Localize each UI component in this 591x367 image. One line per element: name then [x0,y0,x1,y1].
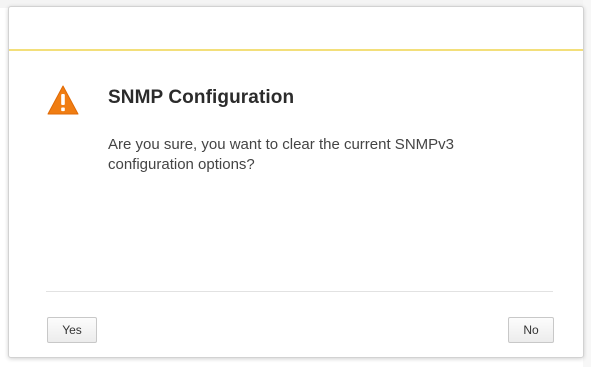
dialog-accent-bar [9,49,583,51]
footer-divider [46,291,553,292]
yes-button[interactable]: Yes [47,317,97,343]
dialog-message: Are you sure, you want to clear the curr… [108,136,454,173]
warning-icon [47,85,79,115]
backdrop-edge-right [583,0,591,367]
no-button[interactable]: No [508,317,554,343]
confirmation-dialog: SNMP Configuration Are you sure, you wan… [8,6,584,358]
page: SNMP Configuration Are you sure, you wan… [0,0,591,367]
dialog-title: SNMP Configuration [108,87,295,108]
